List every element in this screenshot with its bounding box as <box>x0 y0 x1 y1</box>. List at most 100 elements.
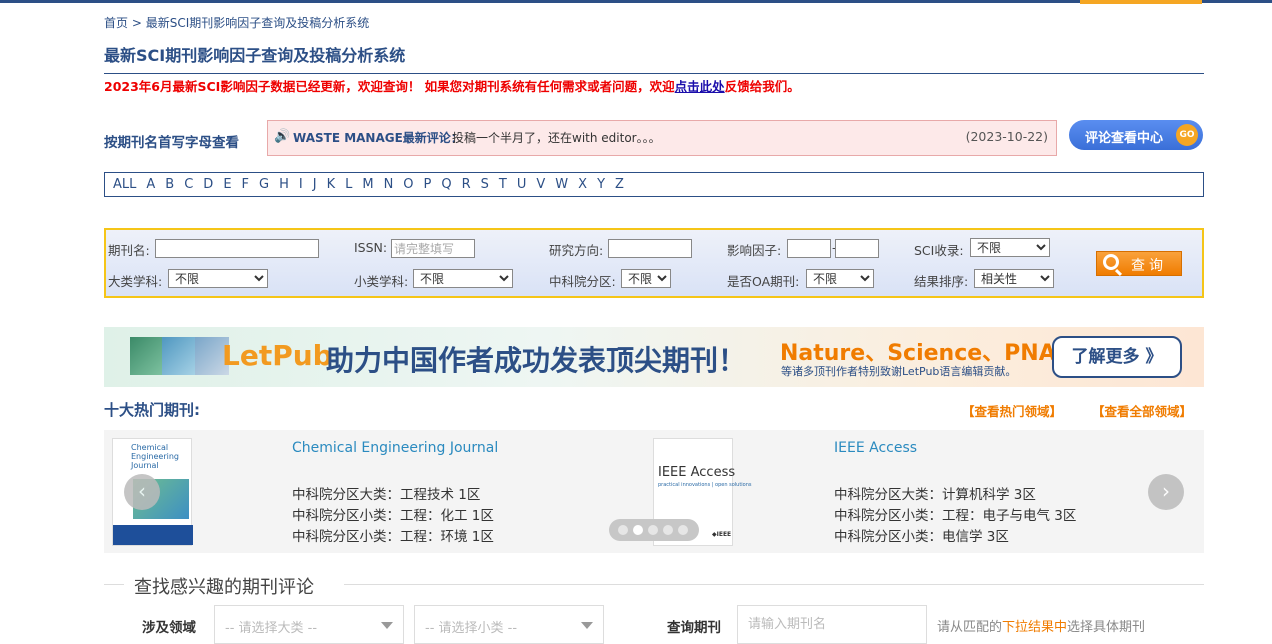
letter-link[interactable]: C <box>184 177 193 192</box>
letter-link[interactable]: G <box>259 177 269 192</box>
impact-factor-label: 影响因子: <box>727 243 782 258</box>
letter-link[interactable]: L <box>345 177 352 192</box>
letter-link[interactable]: I <box>299 177 303 192</box>
letter-link[interactable]: B <box>165 177 174 192</box>
issn-label: ISSN: <box>354 240 388 255</box>
journal-name-link[interactable]: Chemical Engineering Journal <box>292 440 498 456</box>
dropdown-placeholder: -- 请选择小类 -- <box>425 621 518 636</box>
top-accent-highlight <box>1080 0 1202 4</box>
hint-text-end: 选择具体期刊 <box>1067 620 1146 635</box>
speaker-icon: 🔊 <box>274 129 291 144</box>
alphabet-bar: ALL A B C D E F G H I J K L M N O P Q R S T U V W X Y Z <box>104 172 1204 197</box>
section-divider <box>104 584 124 585</box>
oa-label: 是否OA期刊: <box>727 274 800 289</box>
letter-link[interactable]: A <box>146 177 155 192</box>
letter-link[interactable]: F <box>242 177 249 192</box>
view-all-fields-link[interactable]: 【查看全部领域】 <box>1092 401 1192 420</box>
carousel-dot[interactable] <box>678 525 688 535</box>
issn-input[interactable] <box>391 239 475 258</box>
journal-name-link[interactable]: IEEE Access <box>834 440 917 456</box>
review-center-button[interactable]: 评论查看中心 GO <box>1069 120 1203 150</box>
go-icon: GO <box>1176 124 1198 146</box>
review-text[interactable]: 投稿一个半月了，还在with editor。。。 <box>452 129 661 146</box>
journal-query-hint: 请从匹配的下拉结果中选择具体期刊 <box>937 616 1145 635</box>
letter-link[interactable]: T <box>499 177 507 192</box>
letter-link[interactable]: Q <box>441 177 451 192</box>
letter-link[interactable]: P <box>424 177 432 192</box>
carousel-next-button[interactable]: › <box>1148 474 1184 510</box>
search-icon <box>1103 254 1119 270</box>
letter-link[interactable]: O <box>403 177 413 192</box>
impact-factor-min-input[interactable] <box>787 239 831 258</box>
journal-query-input[interactable] <box>737 605 927 644</box>
ieee-logo: ◆IEEE <box>712 531 732 538</box>
letpub-banner[interactable]: LetPub 助力中国作者成功发表顶尖期刊！ Nature、Science、PN… <box>104 327 1204 387</box>
learn-more-button[interactable]: 了解更多 》 <box>1052 336 1182 378</box>
letter-link[interactable]: ALL <box>113 177 136 192</box>
major-category-dropdown[interactable]: -- 请选择大类 -- <box>214 605 404 644</box>
letter-link[interactable]: M <box>362 177 373 192</box>
letter-link[interactable]: U <box>517 177 527 192</box>
sci-select[interactable]: 不限 <box>970 238 1050 257</box>
letter-link[interactable]: N <box>384 177 394 192</box>
letter-link[interactable]: V <box>536 177 545 192</box>
research-field-input[interactable] <box>608 239 692 258</box>
carousel-dot[interactable] <box>663 525 673 535</box>
breadcrumb-sep: > <box>128 16 146 30</box>
letter-link[interactable]: K <box>327 177 336 192</box>
letter-link[interactable]: W <box>555 177 568 192</box>
letter-link[interactable]: E <box>223 177 231 192</box>
breadcrumb-home[interactable]: 首页 <box>104 16 128 30</box>
hot-journals-title: 十大热门期刊: <box>104 401 200 419</box>
journal-search-form: 期刊名: ISSN: 研究方向: 影响因子: - SCI收录: 不限 大类学科:… <box>104 228 1204 298</box>
feedback-link[interactable]: 点击此处 <box>675 79 725 94</box>
notice-text: 2023年6月最新SCI影响因子数据已经更新，欢迎查询！ 如果您对期刊系统有任何… <box>104 79 675 94</box>
carousel-dot-active[interactable] <box>633 525 643 535</box>
hot-journals-carousel: Chemical Engineering Journal Chemical En… <box>104 430 1204 553</box>
journal-name-input[interactable] <box>155 239 319 258</box>
letter-link[interactable]: R <box>462 177 471 192</box>
research-field-label: 研究方向: <box>549 243 604 258</box>
letter-link[interactable]: D <box>203 177 213 192</box>
journal-zone-line: 中科院分区小类：工程：环境 1区 <box>292 529 494 545</box>
cover-title: Chemical Engineering Journal <box>131 443 179 470</box>
banner-subtitle: 等诸多顶刊作者特别致谢LetPub语言编辑贡献。 <box>781 365 1017 378</box>
letter-link[interactable]: Z <box>615 177 624 192</box>
sci-label: SCI收录: <box>914 243 964 258</box>
journal-query-label: 查询期刊 <box>667 620 721 636</box>
letter-link[interactable]: J <box>313 177 317 192</box>
journal-cover-thumb <box>162 337 196 375</box>
major-subject-select[interactable]: 不限 <box>168 269 268 288</box>
view-hot-fields-link[interactable]: 【查看热门领域】 <box>962 401 1062 420</box>
cover-tagline: practical innovations | open solutions <box>658 482 752 488</box>
journal-zone-line: 中科院分区大类：计算机科学 3区 <box>834 487 1036 503</box>
breadcrumb-current[interactable]: 最新SCI期刊影响因子查询及投稿分析系统 <box>146 16 370 30</box>
letter-link[interactable]: Y <box>597 177 605 192</box>
letter-link[interactable]: H <box>279 177 289 192</box>
oa-select[interactable]: 不限 <box>806 269 874 288</box>
breadcrumb: 首页 > 最新SCI期刊影响因子查询及投稿分析系统 <box>104 14 1204 31</box>
minor-subject-select[interactable]: 不限 <box>413 269 513 288</box>
cas-zone-select[interactable]: 不限 <box>621 269 671 288</box>
banner-slogan: 助力中国作者成功发表顶尖期刊！ <box>326 344 747 377</box>
section-divider <box>344 584 1204 585</box>
minor-subject-label: 小类学科: <box>354 274 409 289</box>
minor-category-dropdown[interactable]: -- 请选择小类 -- <box>414 605 604 644</box>
letter-link[interactable]: S <box>481 177 489 192</box>
hint-highlight: 下拉结果中 <box>1002 620 1068 635</box>
latest-review-ticker[interactable]: 🔊 WASTE MANAGE最新评论： 投稿一个半月了，还在with edito… <box>267 120 1057 156</box>
sort-select[interactable]: 相关性 <box>974 269 1054 288</box>
search-button[interactable]: 查询 <box>1096 251 1182 276</box>
journal-zone-line: 中科院分区大类：工程技术 1区 <box>292 487 481 503</box>
journal-zone-line: 中科院分区小类：电信学 3区 <box>834 529 1009 545</box>
review-source[interactable]: WASTE MANAGE最新评论： <box>293 129 463 146</box>
letter-link[interactable]: X <box>578 177 587 192</box>
carousel-dot[interactable] <box>648 525 658 535</box>
carousel-dot[interactable] <box>618 525 628 535</box>
sort-label: 结果排序: <box>914 274 969 289</box>
chevron-down-icon <box>581 622 593 629</box>
review-center-label: 评论查看中心 <box>1085 131 1164 146</box>
carousel-prev-button[interactable]: ‹ <box>124 474 160 510</box>
banner-brand: LetPub <box>222 339 333 372</box>
impact-factor-max-input[interactable] <box>835 239 879 258</box>
